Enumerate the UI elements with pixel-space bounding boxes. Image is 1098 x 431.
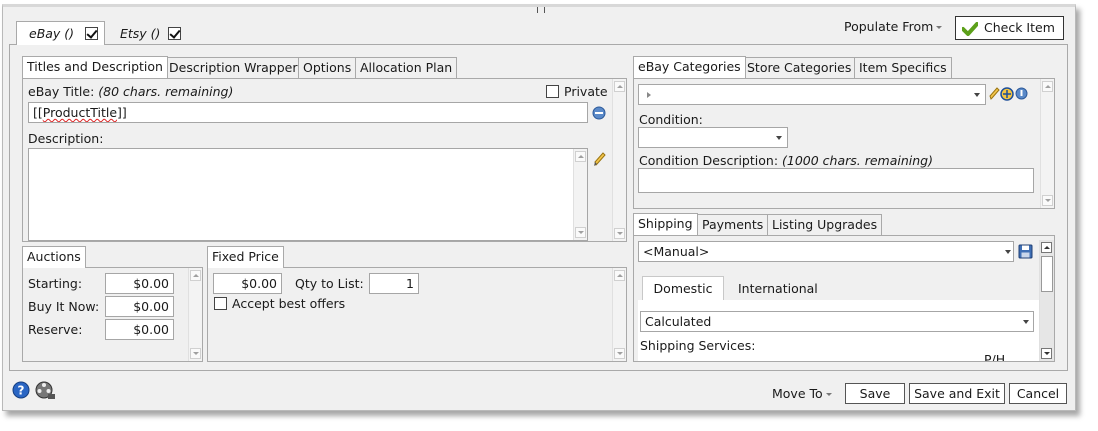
private-label: Private — [564, 84, 608, 99]
shipping-scrollbar[interactable] — [1039, 240, 1054, 361]
buy-it-now-label: Buy It Now: — [28, 299, 100, 314]
tab-international[interactable]: International — [738, 281, 818, 296]
chevron-down-icon — [936, 26, 943, 29]
shipping-panel: <Manual> Domestic International Calculat… — [633, 235, 1055, 362]
scroll-up-arrow[interactable] — [575, 151, 586, 162]
scroll-down-arrow[interactable] — [190, 348, 201, 359]
etsy-enabled-checkbox[interactable] — [168, 27, 181, 40]
svg-text:?: ? — [18, 384, 25, 398]
private-checkbox[interactable] — [546, 85, 559, 98]
title-info-icon[interactable] — [592, 106, 606, 120]
qty-to-list-label: Qty to List: — [295, 276, 364, 291]
scroll-up-arrow[interactable] — [614, 81, 625, 92]
ebay-title-remaining: (80 chars. remaining) — [98, 84, 234, 99]
move-to-menu[interactable]: Move To — [772, 386, 832, 401]
chevron-down-icon — [1023, 320, 1029, 324]
shipping-type-select[interactable]: Calculated — [640, 311, 1034, 332]
tab-domestic[interactable]: Domestic — [642, 276, 724, 300]
category-info-icon[interactable] — [1015, 87, 1028, 100]
ph-column-header: P/H — [984, 352, 1006, 362]
ebay-title-label: eBay Title: (80 chars. remaining) — [28, 84, 234, 99]
resize-grip[interactable] — [537, 7, 545, 13]
tab-description-wrapper[interactable]: Description Wrapper — [164, 57, 303, 78]
tab-titles-description[interactable]: Titles and Description — [22, 56, 168, 78]
fixed-price-scrollbar[interactable] — [612, 268, 626, 361]
condition-label: Condition: — [639, 112, 703, 127]
shipping-services-label: Shipping Services: — [640, 338, 756, 353]
chevron-down-icon — [974, 93, 980, 97]
populate-from-label: Populate From — [844, 19, 934, 34]
scroll-down-arrow[interactable] — [575, 227, 586, 238]
cancel-button[interactable]: Cancel — [1009, 383, 1067, 404]
pencil-edit-icon[interactable] — [989, 87, 1000, 101]
tab-ebay-label: eBay () — [29, 26, 75, 41]
populate-from-menu[interactable]: Populate From — [844, 19, 943, 34]
category-breadcrumb-arrow-icon — [647, 92, 651, 98]
ebay-categories-panel: Condition: Condition Description: (1000 … — [633, 78, 1055, 209]
save-and-exit-button[interactable]: Save and Exit — [909, 383, 1005, 404]
condition-description-label: Condition Description: (1000 chars. rema… — [639, 153, 933, 168]
fixed-price-input[interactable]: $0.00 — [213, 273, 282, 294]
reserve-label: Reserve: — [28, 322, 83, 337]
tab-listing-upgrades[interactable]: Listing Upgrades — [767, 214, 883, 235]
tab-store-categories[interactable]: Store Categories — [742, 57, 857, 78]
buy-it-now-input[interactable]: $0.00 — [105, 296, 174, 317]
move-to-label: Move To — [772, 386, 823, 401]
reserve-price-input[interactable]: $0.00 — [105, 319, 174, 340]
tab-allocation-plan[interactable]: Allocation Plan — [355, 57, 458, 78]
scroll-up-arrow[interactable] — [614, 270, 625, 281]
category-search-icon[interactable] — [1000, 87, 1014, 101]
description-scrollbar[interactable] — [573, 149, 587, 240]
shipping-profile-select[interactable]: <Manual> — [638, 241, 1014, 262]
tab-etsy[interactable]: Etsy () — [120, 26, 190, 44]
auctions-panel: Starting: $0.00 Buy It Now: $0.00 Reserv… — [22, 267, 203, 362]
save-button[interactable]: Save — [845, 383, 905, 404]
categories-scrollbar[interactable] — [1040, 79, 1054, 208]
video-reel-icon[interactable] — [34, 380, 56, 400]
description-textarea[interactable] — [28, 148, 588, 241]
chevron-down-icon — [825, 393, 832, 396]
tab-ebay-categories[interactable]: eBay Categories — [633, 56, 746, 78]
pencil-edit-icon[interactable] — [593, 151, 607, 167]
chevron-down-icon — [776, 136, 782, 140]
check-item-label: Check Item — [984, 20, 1055, 35]
save-disk-icon[interactable] — [1018, 244, 1033, 259]
tab-fixed-price[interactable]: Fixed Price — [207, 246, 284, 268]
scroll-down-arrow[interactable] — [1041, 348, 1052, 359]
tab-item-specifics[interactable]: Item Specifics — [854, 57, 952, 78]
condition-description-input[interactable] — [638, 168, 1034, 193]
scroll-down-arrow[interactable] — [614, 348, 625, 359]
scroll-up-arrow[interactable] — [190, 270, 201, 281]
green-check-icon — [962, 22, 978, 36]
check-item-button[interactable]: Check Item — [955, 16, 1064, 40]
scroll-down-arrow[interactable] — [614, 228, 625, 239]
tab-payments[interactable]: Payments — [697, 214, 769, 235]
titles-description-panel: eBay Title: (80 chars. remaining) Privat… — [22, 78, 627, 242]
scroll-up-arrow[interactable] — [1041, 242, 1052, 253]
accept-best-offers-label: Accept best offers — [232, 296, 346, 311]
chevron-down-icon — [1005, 250, 1011, 254]
tab-ebay[interactable]: eBay () — [16, 21, 105, 45]
titles-panel-scrollbar[interactable] — [612, 79, 626, 241]
tab-etsy-label: Etsy () — [120, 26, 161, 41]
description-label: Description: — [28, 131, 104, 146]
ebay-category-select[interactable] — [638, 84, 986, 105]
tab-options[interactable]: Options — [298, 57, 357, 78]
auctions-scrollbar[interactable] — [188, 268, 202, 361]
scroll-down-arrow[interactable] — [1042, 195, 1053, 206]
tab-auctions[interactable]: Auctions — [22, 246, 86, 268]
ebay-title-input[interactable]: [[ProductTitle]] — [28, 102, 588, 123]
starting-label: Starting: — [28, 276, 83, 291]
accept-best-offers-checkbox[interactable] — [214, 297, 227, 310]
listing-editor-window: eBay () Etsy () Populate From Check Item… — [2, 4, 1076, 411]
ebay-enabled-checkbox[interactable] — [85, 27, 98, 40]
tab-shipping[interactable]: Shipping — [633, 213, 698, 235]
condition-select[interactable] — [638, 127, 788, 148]
scroll-up-arrow[interactable] — [1042, 81, 1053, 92]
help-icon[interactable]: ? — [12, 381, 30, 399]
scroll-thumb[interactable] — [1041, 256, 1053, 292]
qty-to-list-input[interactable]: 1 — [369, 273, 419, 294]
starting-price-input[interactable]: $0.00 — [105, 273, 174, 294]
fixed-price-panel: $0.00 Qty to List: 1 Accept best offers — [207, 267, 627, 362]
